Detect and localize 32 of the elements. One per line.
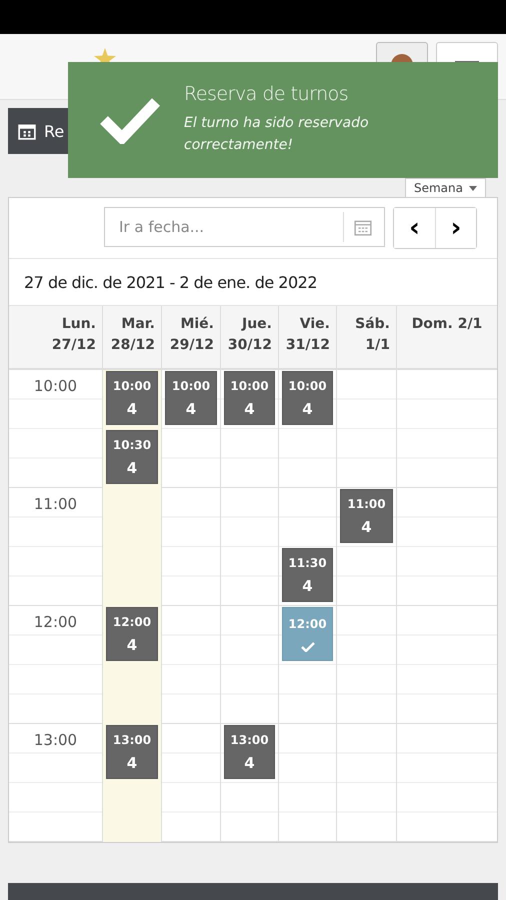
calendar-icon xyxy=(354,218,372,236)
date-field[interactable]: Ir a fecha... xyxy=(104,207,385,247)
time-label: 11:00 xyxy=(32,494,78,513)
date-input[interactable]: Ir a fecha... xyxy=(105,217,343,237)
toast-message: El turno ha sido reservado correctamente! xyxy=(184,114,370,155)
available-slot[interactable]: 13:00 4 xyxy=(106,725,158,779)
view-select[interactable]: Semana xyxy=(404,178,486,198)
next-button[interactable]: › xyxy=(435,208,476,248)
day-header: Lun. 27/12 xyxy=(9,306,103,368)
available-slot[interactable]: 10:00 4 xyxy=(282,371,333,425)
caret-icon xyxy=(469,186,477,190)
day-header: Mié. 29/12 xyxy=(162,306,221,368)
available-slot[interactable]: 10:30 4 xyxy=(106,430,158,484)
available-slot[interactable]: 10:00 4 xyxy=(165,371,217,425)
time-label: 13:00 xyxy=(32,730,78,749)
check-icon xyxy=(98,96,162,144)
available-slot[interactable]: 10:00 4 xyxy=(224,371,275,425)
available-slot[interactable]: 10:00 4 xyxy=(106,371,158,425)
available-slot[interactable]: 13:00 4 xyxy=(224,725,275,779)
calendar-icon xyxy=(18,122,36,140)
check-icon xyxy=(300,642,314,652)
toast-title: Reserva de turnos xyxy=(184,83,350,106)
day-header: Dom. 2/1 xyxy=(410,315,484,334)
day-header: Vie. 31/12 xyxy=(279,306,337,368)
available-slot[interactable]: 11:30 4 xyxy=(282,548,333,602)
time-label: 10:00 xyxy=(32,376,78,395)
day-header: Jue. 30/12 xyxy=(221,306,279,368)
day-header: Sáb. 1/1 xyxy=(337,306,397,368)
time-label: 12:00 xyxy=(32,612,78,631)
available-slot[interactable]: 11:00 4 xyxy=(340,489,393,543)
day-header: Mar. 28/12 xyxy=(103,306,162,368)
available-slot[interactable]: 12:00 4 xyxy=(106,607,158,661)
